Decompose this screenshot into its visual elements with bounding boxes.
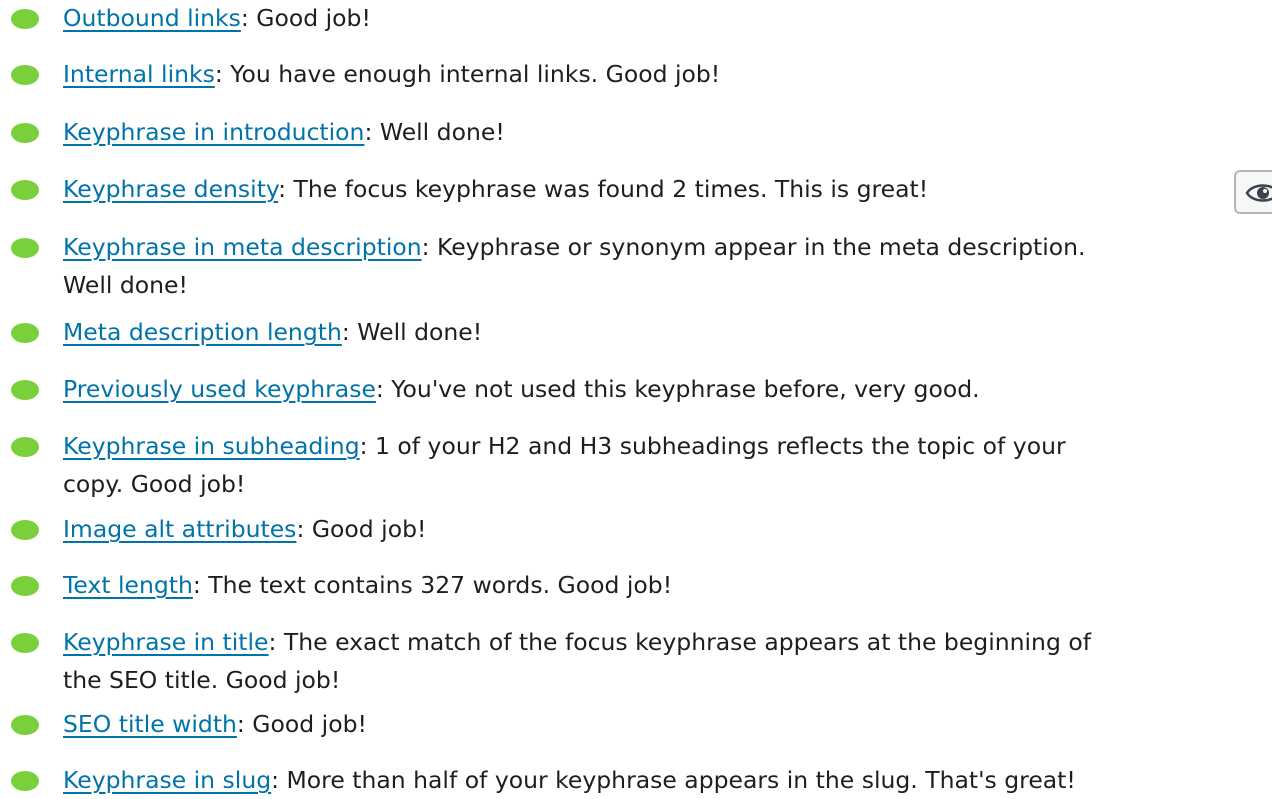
result-link[interactable]: Internal links: [63, 60, 215, 88]
result-text: Outbound links: Good job!: [63, 0, 1263, 37]
result-text: Keyphrase in title: The exact match of t…: [63, 624, 1263, 661]
result-text: Keyphrase in subheading: 1 of your H2 an…: [63, 428, 1263, 465]
result-link[interactable]: Keyphrase in slug: [63, 766, 271, 794]
result-text: SEO title width: Good job!: [63, 706, 1263, 743]
good-status-bullet: [11, 323, 39, 343]
result-link[interactable]: Text length: [63, 571, 193, 599]
result-text-continued: the SEO title. Good job!: [63, 662, 1263, 699]
eye-icon: [1245, 184, 1272, 202]
result-message-continued: Well done!: [63, 271, 188, 299]
good-status-bullet: [11, 123, 39, 143]
good-status-bullet: [11, 437, 39, 457]
result-text: Keyphrase in introduction: Well done!: [63, 114, 1263, 151]
result-text-continued: Well done!: [63, 267, 1263, 304]
result-message-continued: copy. Good job!: [63, 470, 246, 498]
result-message: : The focus keyphrase was found 2 times.…: [278, 175, 929, 203]
result-message: : Keyphrase or synonym appear in the met…: [421, 233, 1086, 261]
result-link[interactable]: Keyphrase density: [63, 175, 278, 203]
result-message: : The text contains 327 words. Good job!: [192, 571, 673, 599]
result-text: Image alt attributes: Good job!: [63, 511, 1263, 548]
result-message: : Well done!: [341, 318, 483, 346]
good-status-bullet: [11, 9, 39, 29]
result-message: : 1 of your H2 and H3 subheadings reflec…: [359, 432, 1066, 460]
good-status-bullet: [11, 520, 39, 540]
result-link[interactable]: Image alt attributes: [63, 515, 296, 543]
result-link[interactable]: Outbound links: [63, 4, 241, 32]
good-status-bullet: [11, 576, 39, 596]
result-message: : The exact match of the focus keyphrase…: [268, 628, 1092, 656]
result-text: Keyphrase density: The focus keyphrase w…: [63, 171, 1263, 208]
result-link[interactable]: Keyphrase in meta description: [63, 233, 422, 261]
result-message-continued: the SEO title. Good job!: [63, 666, 341, 694]
result-message: : You've not used this keyphrase before,…: [375, 375, 980, 403]
result-message: : Good job!: [296, 515, 427, 543]
result-link[interactable]: Meta description length: [63, 318, 342, 346]
result-link[interactable]: SEO title width: [63, 710, 237, 738]
result-text-continued: copy. Good job!: [63, 466, 1263, 503]
good-status-bullet: [11, 238, 39, 258]
seo-analysis-results: Outbound links: Good job! Internal links…: [0, 0, 1272, 796]
result-text: Internal links: You have enough internal…: [63, 56, 1263, 93]
result-text: Previously used keyphrase: You've not us…: [63, 371, 1263, 408]
good-status-bullet: [11, 65, 39, 85]
result-link[interactable]: Previously used keyphrase: [63, 375, 376, 403]
result-message: : Well done!: [364, 118, 505, 146]
result-link[interactable]: Keyphrase in subheading: [63, 432, 360, 460]
result-link[interactable]: Keyphrase in introduction: [63, 118, 364, 146]
result-text: Text length: The text contains 327 words…: [63, 567, 1263, 604]
good-status-bullet: [11, 380, 39, 400]
result-message: : Good job!: [236, 710, 367, 738]
good-status-bullet: [11, 180, 39, 200]
result-message: : More than half of your keyphrase appea…: [271, 766, 1076, 794]
result-link[interactable]: Keyphrase in title: [63, 628, 269, 656]
good-status-bullet: [11, 633, 39, 653]
result-message: : You have enough internal links. Good j…: [214, 60, 721, 88]
good-status-bullet: [11, 715, 39, 735]
result-text: Keyphrase in slug: More than half of you…: [63, 762, 1263, 799]
result-text: Meta description length: Well done!: [63, 314, 1263, 351]
highlight-toggle-button[interactable]: [1234, 170, 1272, 214]
result-text: Keyphrase in meta description: Keyphrase…: [63, 229, 1263, 266]
result-message: : Good job!: [240, 4, 371, 32]
good-status-bullet: [11, 771, 39, 791]
